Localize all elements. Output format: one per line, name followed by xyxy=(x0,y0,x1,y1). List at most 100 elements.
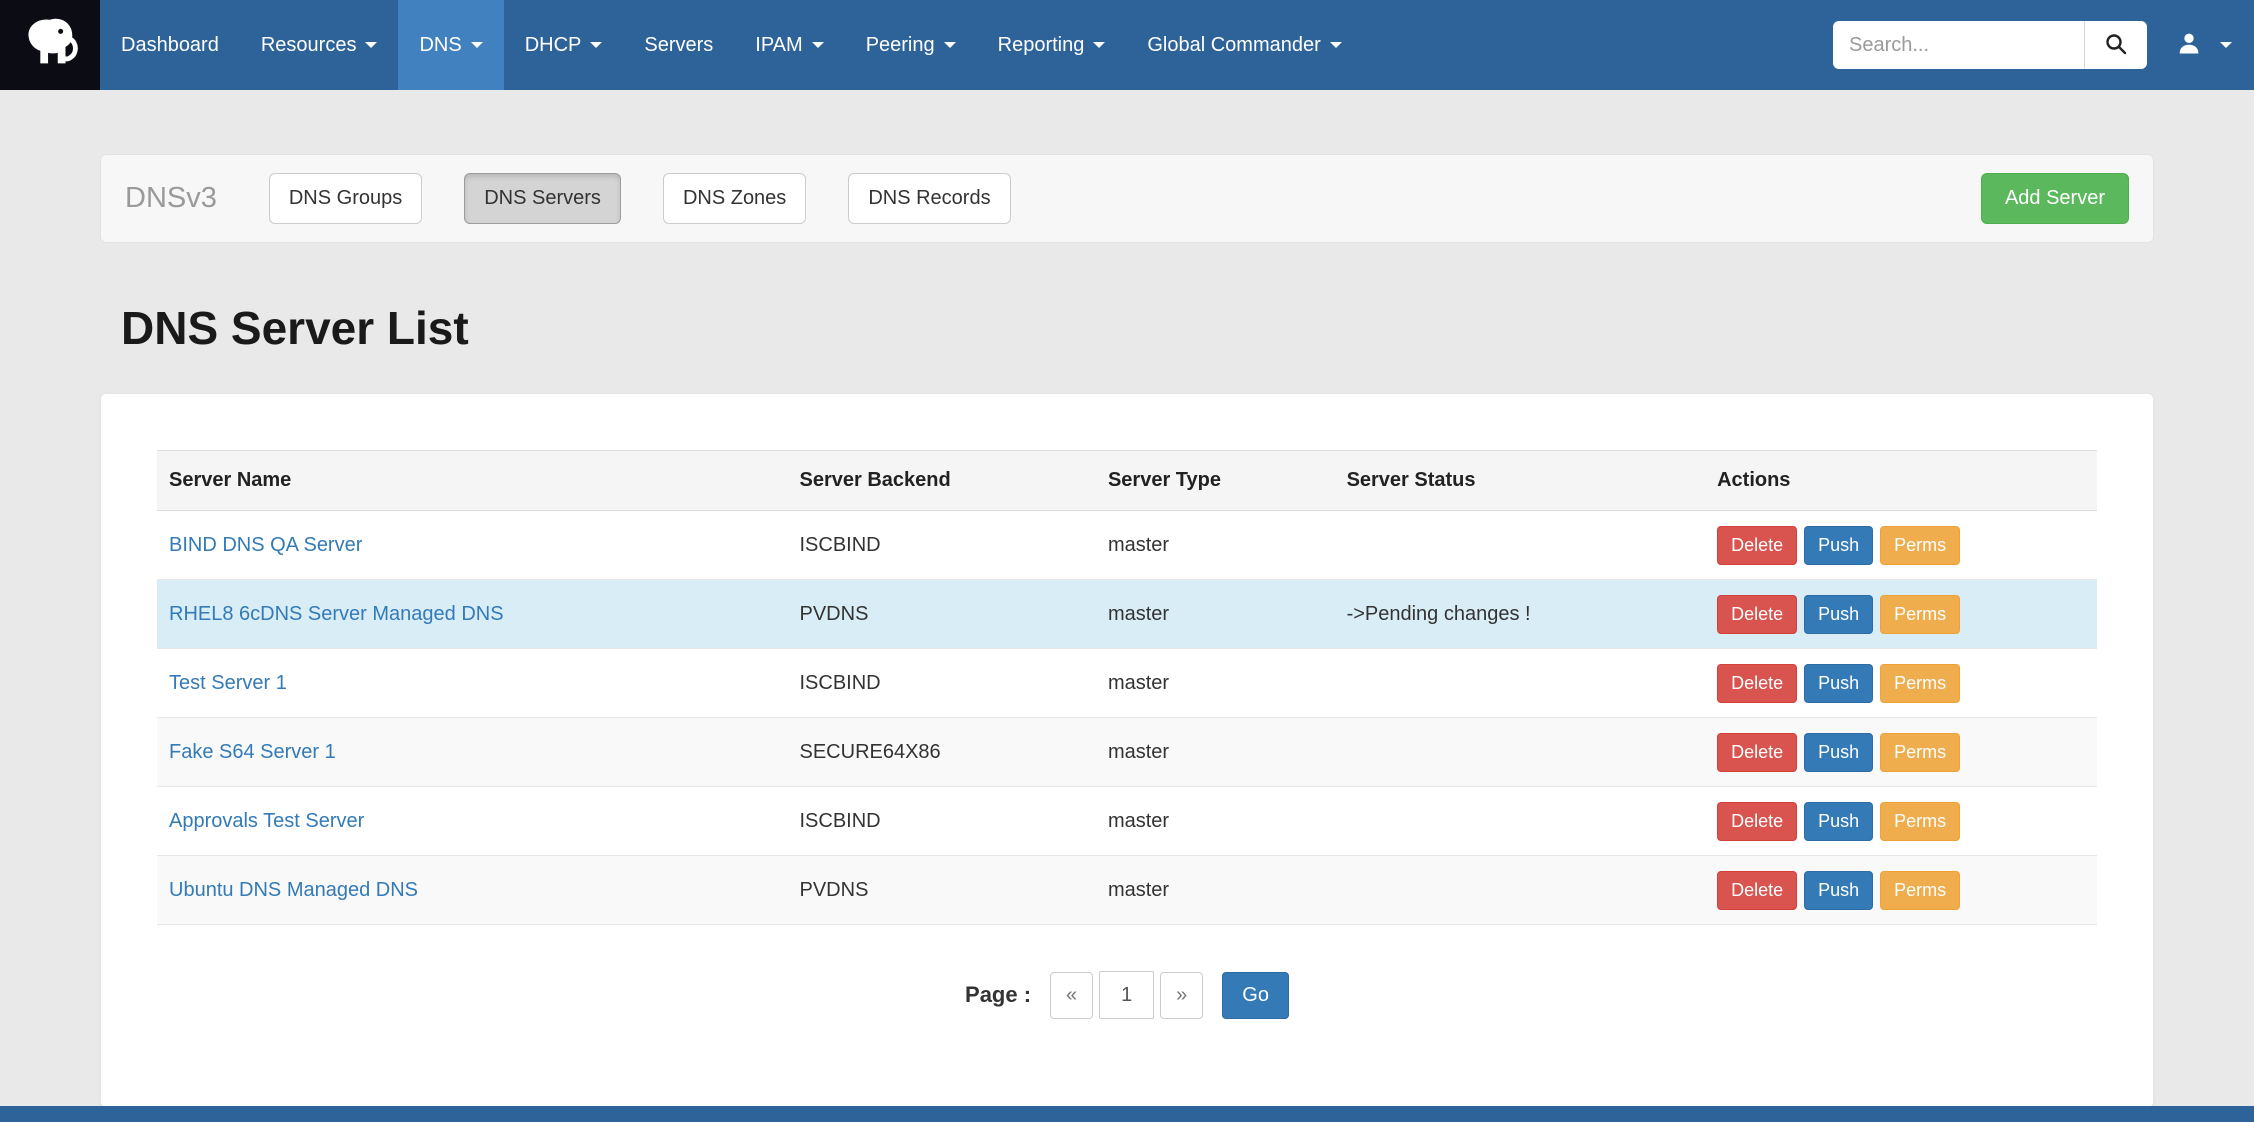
server-type-cell: master xyxy=(1096,649,1335,718)
perms-button[interactable]: Perms xyxy=(1880,733,1960,772)
server-name-cell: Approvals Test Server xyxy=(157,787,788,856)
add-server-button[interactable]: Add Server xyxy=(1981,173,2129,224)
table-row: BIND DNS QA ServerISCBINDmasterDeletePus… xyxy=(157,511,2097,580)
actions-cell: DeletePushPerms xyxy=(1705,856,2097,925)
server-name-link[interactable]: Approvals Test Server xyxy=(169,810,364,832)
user-menu[interactable] xyxy=(2169,29,2238,62)
mammoth-logo[interactable] xyxy=(0,0,100,90)
perms-button[interactable]: Perms xyxy=(1880,664,1960,703)
table-row: Test Server 1ISCBINDmasterDeletePushPerm… xyxy=(157,649,2097,718)
table-row: Ubuntu DNS Managed DNSPVDNSmasterDeleteP… xyxy=(157,856,2097,925)
page-number-input[interactable] xyxy=(1099,971,1154,1019)
table-row: Approvals Test ServerISCBINDmasterDelete… xyxy=(157,787,2097,856)
toolbar-title: DNSv3 xyxy=(125,182,217,215)
actions-cell: DeletePushPerms xyxy=(1705,511,2097,580)
server-type-cell: master xyxy=(1096,787,1335,856)
nav-item-ipam[interactable]: IPAM xyxy=(734,0,844,90)
nav-item-label: Global Commander xyxy=(1147,34,1320,57)
actions-cell: DeletePushPerms xyxy=(1705,649,2097,718)
nav-item-servers[interactable]: Servers xyxy=(623,0,734,90)
user-icon xyxy=(2175,29,2203,62)
actions-cell: DeletePushPerms xyxy=(1705,787,2097,856)
search-button[interactable] xyxy=(2085,21,2147,69)
chevron-down-icon xyxy=(471,42,483,48)
nav-item-label: Servers xyxy=(644,34,713,57)
server-status-cell xyxy=(1335,649,1706,718)
server-type-cell: master xyxy=(1096,718,1335,787)
server-status-cell xyxy=(1335,718,1706,787)
column-header-server-type: Server Type xyxy=(1096,451,1335,511)
server-status-cell xyxy=(1335,787,1706,856)
server-status-cell: ->Pending changes ! xyxy=(1335,580,1706,649)
nav-item-dns[interactable]: DNS xyxy=(398,0,503,90)
server-name-cell: Fake S64 Server 1 xyxy=(157,718,788,787)
nav-item-label: DHCP xyxy=(525,34,582,57)
push-button[interactable]: Push xyxy=(1804,802,1873,841)
chevron-down-icon xyxy=(812,42,824,48)
nav-item-dhcp[interactable]: DHCP xyxy=(504,0,624,90)
tab-dns-records[interactable]: DNS Records xyxy=(848,173,1010,224)
page-title: DNS Server List xyxy=(100,301,2154,355)
server-backend-cell: PVDNS xyxy=(788,856,1096,925)
delete-button[interactable]: Delete xyxy=(1717,733,1797,772)
previous-page-button[interactable]: « xyxy=(1050,972,1093,1019)
column-header-server-status: Server Status xyxy=(1335,451,1706,511)
nav-item-reporting[interactable]: Reporting xyxy=(977,0,1127,90)
actions-cell: DeletePushPerms xyxy=(1705,580,2097,649)
nav-item-resources[interactable]: Resources xyxy=(240,0,399,90)
push-button[interactable]: Push xyxy=(1804,733,1873,772)
server-name-link[interactable]: Ubuntu DNS Managed DNS xyxy=(169,879,418,901)
delete-button[interactable]: Delete xyxy=(1717,526,1797,565)
server-name-cell: Ubuntu DNS Managed DNS xyxy=(157,856,788,925)
dns-tabs: DNS Groups DNS Servers DNS Zones DNS Record… xyxy=(269,173,1053,224)
server-name-link[interactable]: Test Server 1 xyxy=(169,672,287,694)
nav-items: Dashboard Resources DNS DHCP Servers IPAM Peer… xyxy=(100,0,1363,90)
push-button[interactable]: Push xyxy=(1804,871,1873,910)
table-body: BIND DNS QA ServerISCBINDmasterDeletePus… xyxy=(157,511,2097,925)
delete-button[interactable]: Delete xyxy=(1717,871,1797,910)
chevron-down-icon xyxy=(365,42,377,48)
push-button[interactable]: Push xyxy=(1804,664,1873,703)
push-button[interactable]: Push xyxy=(1804,595,1873,634)
table-header-row: Server NameServer BackendServer TypeServ… xyxy=(157,451,2097,511)
server-name-link[interactable]: Fake S64 Server 1 xyxy=(169,741,336,763)
server-name-link[interactable]: BIND DNS QA Server xyxy=(169,534,362,556)
tab-dns-zones[interactable]: DNS Zones xyxy=(663,173,806,224)
server-backend-cell: PVDNS xyxy=(788,580,1096,649)
perms-button[interactable]: Perms xyxy=(1880,526,1960,565)
search-input[interactable] xyxy=(1833,21,2085,69)
nav-item-label: Peering xyxy=(866,34,935,57)
nav-item-label: Resources xyxy=(261,34,357,57)
mammoth-logo-icon xyxy=(19,12,81,79)
tab-dns-servers[interactable]: DNS Servers xyxy=(464,173,621,224)
delete-button[interactable]: Delete xyxy=(1717,595,1797,634)
delete-button[interactable]: Delete xyxy=(1717,802,1797,841)
navbar-right xyxy=(1833,0,2254,90)
server-name-cell: BIND DNS QA Server xyxy=(157,511,788,580)
server-name-cell: RHEL8 6cDNS Server Managed DNS xyxy=(157,580,788,649)
column-header-actions: Actions xyxy=(1705,451,2097,511)
search-icon xyxy=(2104,32,2128,59)
perms-button[interactable]: Perms xyxy=(1880,595,1960,634)
perms-button[interactable]: Perms xyxy=(1880,802,1960,841)
perms-button[interactable]: Perms xyxy=(1880,871,1960,910)
push-button[interactable]: Push xyxy=(1804,526,1873,565)
tab-dns-groups[interactable]: DNS Groups xyxy=(269,173,422,224)
actions-cell: DeletePushPerms xyxy=(1705,718,2097,787)
nav-item-global-commander[interactable]: Global Commander xyxy=(1126,0,1362,90)
go-button[interactable]: Go xyxy=(1222,972,1289,1019)
chevron-down-icon xyxy=(2220,42,2232,48)
delete-button[interactable]: Delete xyxy=(1717,664,1797,703)
nav-item-label: Reporting xyxy=(998,34,1085,57)
server-type-cell: master xyxy=(1096,580,1335,649)
page-label: Page : xyxy=(965,982,1031,1008)
server-table: Server NameServer BackendServer TypeServ… xyxy=(157,450,2097,925)
chevron-down-icon xyxy=(1093,42,1105,48)
server-name-cell: Test Server 1 xyxy=(157,649,788,718)
server-name-link[interactable]: RHEL8 6cDNS Server Managed DNS xyxy=(169,603,504,625)
nav-item-dashboard[interactable]: Dashboard xyxy=(100,0,240,90)
nav-item-peering[interactable]: Peering xyxy=(845,0,977,90)
next-page-button[interactable]: » xyxy=(1160,972,1203,1019)
main-container: DNSv3 DNS GroupsDNS ServersDNS ZonesDNS … xyxy=(100,154,2154,1108)
server-list-card: Server NameServer BackendServer TypeServ… xyxy=(100,393,2154,1108)
